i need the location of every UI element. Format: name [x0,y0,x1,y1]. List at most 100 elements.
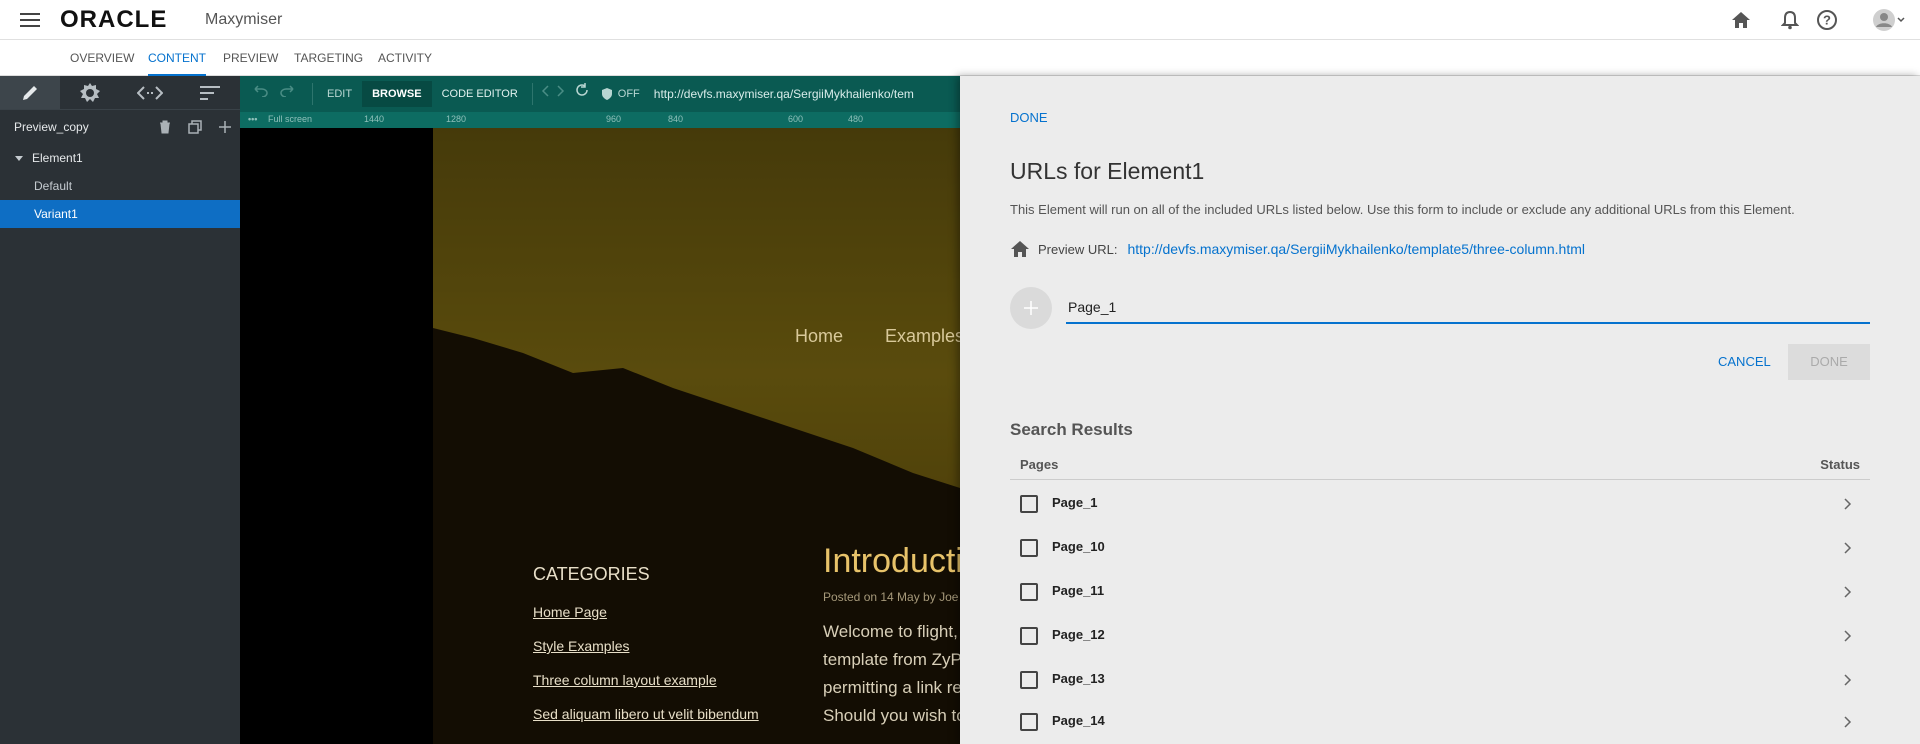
site-link-sed-aliquam[interactable]: Sed aliquam libero ut velit bibendum [533,706,759,722]
chevron-right-icon[interactable] [1838,582,1858,602]
panel-tool-tabs [0,76,240,110]
security-toggle[interactable]: OFF [595,81,646,107]
chevron-right-icon[interactable] [1838,712,1858,732]
trash-icon[interactable] [150,110,180,144]
site-body-line: Should you wish to [823,706,960,725]
result-row[interactable]: Page_11 [1010,570,1870,614]
browse-mode-button[interactable]: BROWSE [362,81,432,107]
tree-variant-variant1[interactable]: Variant1 [0,200,240,228]
result-row[interactable]: Page_14 [1010,700,1870,744]
row-page-name: Page_11 [1052,583,1105,598]
column-status: Status [1820,457,1860,472]
divider [531,83,533,105]
row-page-name: Page_1 [1052,495,1098,510]
divider [312,83,313,105]
chevron-right-icon[interactable] [1838,670,1858,690]
breakpoint-ruler: ••• Full screen 1440 1280 960 840 600 48… [240,112,960,128]
undo-icon[interactable] [240,81,274,107]
chevron-right-icon[interactable] [1838,538,1858,558]
preview-toolbar: EDIT BROWSE CODE EDITOR OFF http://devfs… [240,76,960,112]
url-search-input[interactable] [1066,292,1870,324]
gear-icon[interactable] [60,76,120,109]
row-checkbox[interactable] [1020,713,1038,731]
result-row[interactable]: Page_1 [1010,482,1870,526]
menu-icon[interactable] [20,10,44,30]
campaign-name: Preview_copy [14,120,89,134]
ruler-menu-icon[interactable]: ••• [248,114,257,124]
tree-variant-default[interactable]: Default [0,172,240,200]
site-body-line: template from ZyPOP [823,650,960,669]
site-link-three-column[interactable]: Three column layout example [533,672,717,688]
copy-icon[interactable] [180,110,210,144]
tab-overview[interactable]: OVERVIEW [70,40,134,76]
row-checkbox[interactable] [1020,539,1038,557]
site-link-styles[interactable]: Style Examples [533,638,629,654]
tab-activity[interactable]: ACTIVITY [378,40,432,76]
add-url-button[interactable] [1010,287,1052,329]
ruler-480[interactable]: 480 [848,114,863,124]
site-link-home[interactable]: Home Page [533,604,607,620]
result-row[interactable]: Page_10 [1010,526,1870,570]
urls-drawer: DONE URLs for Element1 This Element will… [960,76,1920,744]
code-icon[interactable] [120,76,180,109]
home-icon [1011,241,1029,257]
ruler-840[interactable]: 840 [668,114,683,124]
pencil-icon[interactable] [0,76,60,109]
preview-url-row: Preview URL: http://devfs.maxymiser.qa/S… [1010,240,1585,258]
home-icon[interactable] [1729,8,1753,32]
add-icon[interactable] [210,110,240,144]
redo-icon[interactable] [274,81,308,107]
forward-icon[interactable] [553,81,569,107]
tree-element[interactable]: Element1 [0,144,240,172]
code-editor-button[interactable]: CODE EDITOR [432,81,528,107]
campaign-header: Preview_copy [0,110,240,144]
row-page-name: Page_12 [1052,627,1105,642]
ruler-960[interactable]: 960 [606,114,621,124]
sort-icon[interactable] [180,76,240,109]
plus-icon [1024,301,1038,315]
user-avatar[interactable] [1872,8,1906,32]
ruler-fullscreen[interactable]: Full screen [268,114,312,124]
row-checkbox[interactable] [1020,627,1038,645]
back-icon[interactable] [537,81,553,107]
oracle-logo: ORACLE [60,6,168,33]
site-body-line: permitting a link re [823,678,960,697]
site-body-line: Welcome to flight, a [823,622,960,641]
row-checkbox[interactable] [1020,495,1038,513]
site-nav-examples[interactable]: Examples [885,326,960,347]
preview-url-link[interactable]: http://devfs.maxymiser.qa/SergiiMykhaile… [1127,241,1585,257]
result-row[interactable]: Page_12 [1010,614,1870,658]
tab-preview[interactable]: PREVIEW [223,40,278,76]
site-heading: Introduction [823,542,960,580]
chevron-right-icon[interactable] [1838,494,1858,514]
top-bar: ORACLE Maxymiser ? [0,0,1920,40]
shield-icon [601,88,612,100]
tab-targeting[interactable]: TARGETING [294,40,363,76]
site-nav-home[interactable]: Home [795,326,843,347]
security-state: OFF [617,88,640,100]
cancel-button[interactable]: CANCEL [1704,344,1785,380]
element-tree-panel: Preview_copy Element1 Default Variant1 [0,76,240,744]
site-preview: EDIT BROWSE CODE EDITOR OFF http://devfs… [240,76,960,744]
site-categories-title: CATEGORIES [533,564,650,584]
row-checkbox[interactable] [1020,583,1038,601]
help-icon[interactable]: ? [1815,8,1839,32]
row-checkbox[interactable] [1020,671,1038,689]
row-page-name: Page_14 [1052,713,1105,728]
preview-url-field[interactable]: http://devfs.maxymiser.qa/SergiiMykhaile… [654,87,914,101]
chevron-right-icon[interactable] [1838,626,1858,646]
ruler-1440[interactable]: 1440 [364,114,384,124]
refresh-icon[interactable] [569,81,595,107]
ruler-1280[interactable]: 1280 [446,114,466,124]
ruler-600[interactable]: 600 [788,114,803,124]
done-link[interactable]: DONE [1010,110,1048,125]
drawer-title: URLs for Element1 [1010,158,1205,184]
done-button[interactable]: DONE [1788,344,1870,380]
caret-down-icon[interactable] [14,153,24,163]
svg-text:?: ? [1823,13,1831,28]
result-row[interactable]: Page_13 [1010,658,1870,702]
bell-icon[interactable] [1778,8,1802,32]
edit-mode-button[interactable]: EDIT [317,81,362,107]
tab-content[interactable]: CONTENT [148,40,206,76]
column-pages: Pages [1020,457,1059,472]
